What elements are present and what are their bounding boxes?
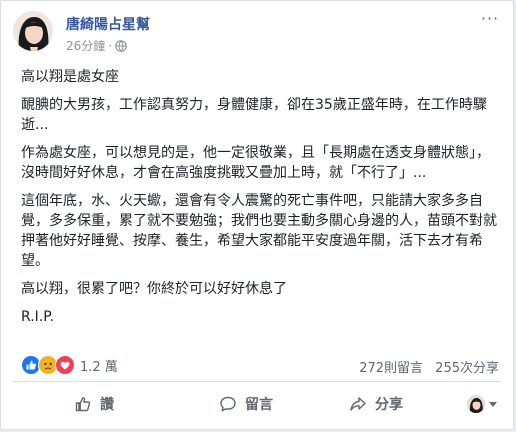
- post-as-selector[interactable]: [467, 394, 501, 414]
- post-paragraph-2: 靦腆的大男孩，工作認真努力，身體健康，卻在35歲正盛年時，在工作時驟逝...: [21, 97, 487, 133]
- actions-divider: [13, 381, 501, 382]
- avatar-portrait-icon: [13, 11, 53, 51]
- post-card: 唐綺陽占星幫 26分鐘 · ··· 高以翔是處女座 靦腆的大男孩，工作認真努力，身…: [0, 0, 514, 430]
- like-button[interactable]: 讚: [19, 387, 169, 421]
- post-timestamp[interactable]: 26分鐘: [66, 39, 105, 53]
- comment-button[interactable]: 留言: [171, 387, 321, 421]
- globe-icon[interactable]: [115, 40, 127, 55]
- comment-button-label: 留言: [245, 397, 273, 413]
- engagement-counts: 272則留言 255次分享: [359, 357, 499, 376]
- love-reaction-icon: [55, 355, 75, 375]
- page-name[interactable]: 唐綺陽占星幫: [66, 14, 150, 34]
- profile-avatar-icon: [467, 395, 485, 413]
- post-paragraph-3: 作為處女座，可以想見的是，他一定很敬業，且「長期處在透支身體狀態」，沒時間好好休…: [21, 145, 490, 181]
- post-paragraph-1: 高以翔是處女座: [21, 69, 119, 85]
- like-button-label: 讚: [100, 397, 114, 413]
- post-actions: 讚 留言 分享: [13, 387, 501, 421]
- post-paragraph-4: 這個年底，水、火天蠍，還會有令人震驚的死亡事件吧，只能請大家多多自覺，多多保重，…: [21, 193, 497, 269]
- post-paragraph-6: R.I.P.: [21, 309, 54, 325]
- meta-separator: ·: [108, 39, 113, 53]
- page-avatar[interactable]: [13, 11, 53, 51]
- share-button[interactable]: 分享: [301, 387, 451, 421]
- reactions-summary[interactable]: 1.2 萬: [21, 355, 118, 375]
- post-stats: 1.2 萬 272則留言 255次分享: [21, 355, 499, 376]
- post-paragraph-5: 高以翔，很累了吧？你終於可以好好休息了: [21, 281, 287, 297]
- comment-count-link[interactable]: 272則留言: [359, 361, 423, 376]
- post-meta: 26分鐘 ·: [66, 37, 127, 55]
- post-body: 高以翔是處女座 靦腆的大男孩，工作認真努力，身體健康，卻在35歲正盛年時，在工作…: [21, 67, 503, 335]
- reaction-count: 1.2 萬: [80, 359, 118, 375]
- thumbs-up-icon: [75, 397, 91, 412]
- more-options-button[interactable]: ···: [477, 11, 503, 31]
- share-count-link[interactable]: 255次分享: [435, 361, 499, 376]
- chevron-down-icon: [489, 401, 497, 407]
- comment-bubble-icon: [220, 396, 236, 412]
- share-button-label: 分享: [375, 397, 403, 413]
- share-arrow-icon: [350, 397, 366, 411]
- post-header: 唐綺陽占星幫 26分鐘 · ···: [13, 11, 503, 55]
